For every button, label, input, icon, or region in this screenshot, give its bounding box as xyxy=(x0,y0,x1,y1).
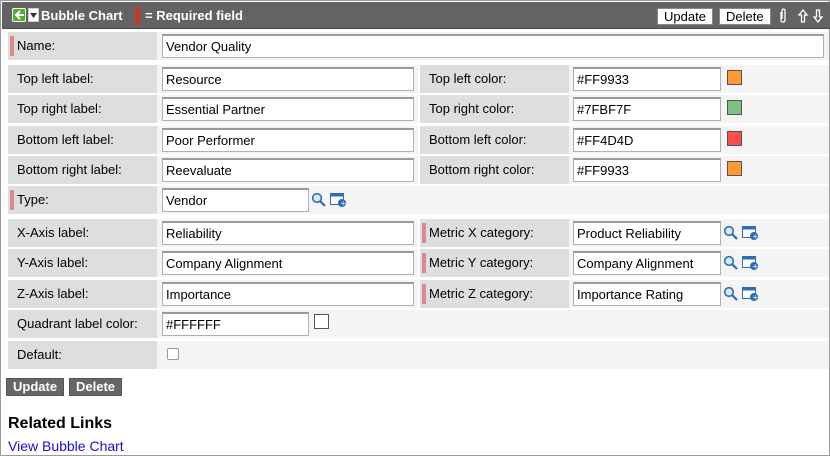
bottom-left-label-input[interactable] xyxy=(162,128,414,152)
top-right-label-input[interactable] xyxy=(162,97,414,121)
metric-z-cell: + xyxy=(569,280,829,308)
bottom-right-label-input[interactable] xyxy=(162,158,414,182)
metric-z-search-icon[interactable] xyxy=(723,286,739,302)
type-input[interactable] xyxy=(162,188,309,212)
metric-x-input[interactable] xyxy=(573,221,721,245)
metric-z-lookup-icon[interactable]: + xyxy=(742,286,760,302)
top-right-color-input[interactable] xyxy=(573,97,721,121)
update-button[interactable]: Update xyxy=(6,378,65,396)
top-left-color-label: Top left color: xyxy=(420,65,569,93)
top-right-label-label: Top right label: xyxy=(8,95,157,123)
quadrant-label-color-cell xyxy=(157,310,829,338)
bottom-right-color-swatch[interactable] xyxy=(727,161,742,176)
top-left-color-cell xyxy=(569,65,829,93)
name-label: Name: xyxy=(8,32,157,60)
svg-text:+: + xyxy=(752,294,758,302)
bottom-left-color-swatch[interactable] xyxy=(727,131,742,146)
x-axis-label-cell xyxy=(157,219,418,247)
default-cell xyxy=(157,341,829,369)
header-update-button[interactable]: Update xyxy=(657,8,713,25)
top-left-label-label: Top left label: xyxy=(8,65,157,93)
bottom-right-color-cell xyxy=(569,156,829,184)
z-axis-label-cell xyxy=(157,280,418,308)
bottom-right-label-label: Bottom right label: xyxy=(8,156,157,184)
z-axis-label-input[interactable] xyxy=(162,282,414,306)
bottom-right-label-cell xyxy=(157,156,418,184)
down-arrow-icon[interactable] xyxy=(812,8,824,24)
bottom-right-color-input[interactable] xyxy=(573,158,721,182)
top-right-color-cell xyxy=(569,95,829,123)
quadrant-label-color-input[interactable] xyxy=(162,312,309,336)
metric-y-cell: + xyxy=(569,249,829,277)
bottom-left-color-cell xyxy=(569,126,829,154)
required-marker xyxy=(135,7,140,25)
required-legend: = Required field xyxy=(145,8,243,23)
name-cell xyxy=(157,32,829,60)
top-left-label-cell xyxy=(157,65,418,93)
top-left-label-input[interactable] xyxy=(162,67,414,91)
search-icon[interactable] xyxy=(311,192,327,208)
delete-button[interactable]: Delete xyxy=(69,378,123,396)
x-axis-label-label: X-Axis label: xyxy=(8,219,157,247)
svg-text:+: + xyxy=(752,263,758,271)
metric-y-input[interactable] xyxy=(573,251,721,275)
metric-z-label: Metric Z category: xyxy=(420,280,569,308)
bottom-left-label-cell xyxy=(157,126,418,154)
dropdown-icon[interactable] xyxy=(28,8,39,22)
top-left-color-swatch[interactable] xyxy=(727,70,742,85)
x-axis-label-input[interactable] xyxy=(162,221,414,245)
top-right-label-cell xyxy=(157,95,418,123)
metric-x-cell: + xyxy=(569,219,829,247)
y-axis-label-cell xyxy=(157,249,418,277)
svg-text:+: + xyxy=(752,233,758,241)
bottom-left-color-input[interactable] xyxy=(573,128,721,152)
lookup-list-icon[interactable]: + xyxy=(330,192,348,208)
up-arrow-icon[interactable] xyxy=(797,8,809,24)
metric-z-input[interactable] xyxy=(573,282,721,306)
metric-x-label: Metric X category: xyxy=(420,219,569,247)
header-bar: Bubble Chart = Required field Update Del… xyxy=(2,2,830,29)
page-title: Bubble Chart xyxy=(41,8,123,23)
metric-y-lookup-icon[interactable]: + xyxy=(742,255,760,271)
related-links-title: Related Links xyxy=(8,415,113,432)
metric-x-search-icon[interactable] xyxy=(723,225,739,241)
quadrant-label-color-label: Quadrant label color: xyxy=(8,310,157,338)
bottom-left-color-label: Bottom left color: xyxy=(420,126,569,154)
top-right-color-swatch[interactable] xyxy=(727,100,742,115)
metric-x-lookup-icon[interactable]: + xyxy=(742,225,760,241)
header-delete-button[interactable]: Delete xyxy=(719,8,771,25)
bubble-chart-form: Bubble Chart = Required field Update Del… xyxy=(0,0,830,456)
type-label: Type: xyxy=(8,186,157,214)
metric-y-search-icon[interactable] xyxy=(723,255,739,271)
paperclip-icon[interactable] xyxy=(777,8,789,24)
y-axis-label-label: Y-Axis label: xyxy=(8,249,157,277)
quadrant-label-color-swatch[interactable] xyxy=(314,314,329,329)
default-checkbox[interactable] xyxy=(167,348,179,360)
y-axis-label-input[interactable] xyxy=(162,251,414,275)
name-input[interactable] xyxy=(162,34,824,58)
metric-y-label: Metric Y category: xyxy=(420,249,569,277)
default-label: Default: xyxy=(8,341,157,369)
top-right-color-label: Top right color: xyxy=(420,95,569,123)
type-cell: + xyxy=(157,186,829,214)
z-axis-label-label: Z-Axis label: xyxy=(8,280,157,308)
svg-text:+: + xyxy=(340,200,346,208)
top-left-color-input[interactable] xyxy=(573,67,721,91)
view-bubble-chart-link[interactable]: View Bubble Chart xyxy=(8,438,124,454)
bottom-right-color-label: Bottom right color: xyxy=(420,156,569,184)
back-arrow-icon[interactable] xyxy=(12,8,26,22)
bottom-left-label-label: Bottom left label: xyxy=(8,126,157,154)
